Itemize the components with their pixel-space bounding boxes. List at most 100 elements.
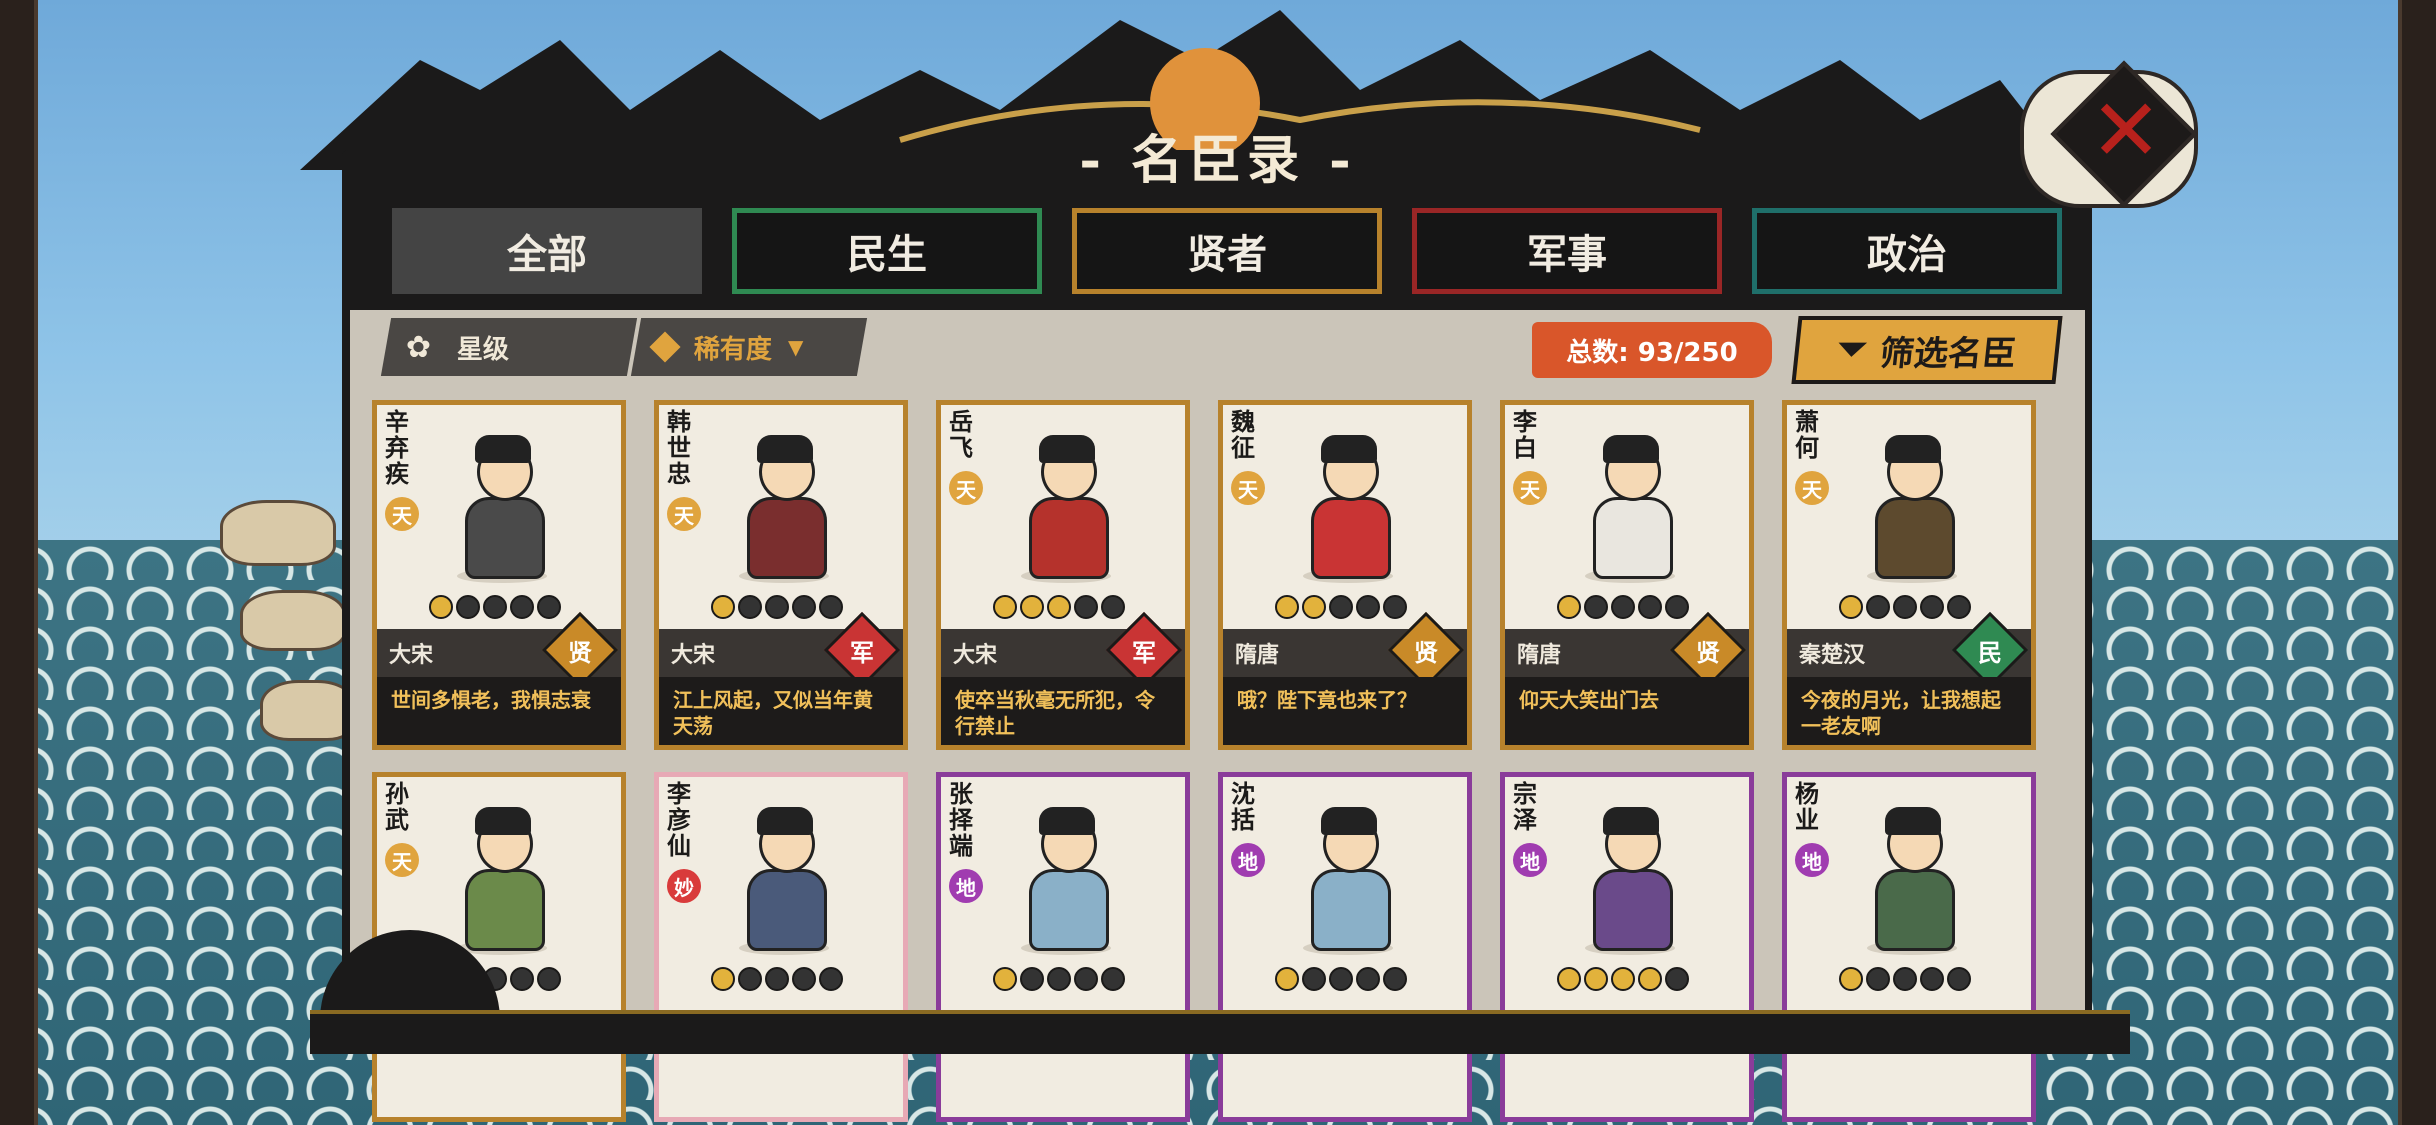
- star-icon: [738, 967, 762, 991]
- star-rating: [1275, 595, 1407, 619]
- minister-card[interactable]: 李彦仙妙: [654, 772, 908, 1122]
- star-icon: [1275, 967, 1299, 991]
- star-icon: [1020, 967, 1044, 991]
- star-icon: [1047, 595, 1071, 619]
- rank-badge: 地: [1513, 843, 1547, 877]
- star-icon: [1947, 595, 1971, 619]
- portrait-body: [1875, 497, 1955, 579]
- minister-portrait: [1011, 807, 1121, 957]
- star-filter-label: 星级: [457, 334, 510, 365]
- diamond-icon: [649, 331, 681, 363]
- chevron-down-icon: ▼: [788, 335, 804, 359]
- star-rating: [1839, 967, 1971, 991]
- minister-portrait: [1293, 807, 1403, 957]
- star-icon: [1020, 595, 1044, 619]
- minister-card[interactable]: 杨业地: [1782, 772, 2036, 1122]
- portrait-hat: [1603, 435, 1659, 463]
- star-icon: [765, 967, 789, 991]
- portrait-hat: [1885, 807, 1941, 835]
- category-label: 贤: [1414, 638, 1438, 667]
- star-rating: [429, 595, 561, 619]
- rank-badge: 天: [667, 497, 701, 531]
- floating-island: [220, 500, 356, 800]
- portrait-body: [1875, 869, 1955, 951]
- star-icon: [711, 967, 735, 991]
- minister-card[interactable]: 李白天隋唐贤仰天大笑出门去: [1500, 400, 1754, 750]
- minister-card[interactable]: 魏征天隋唐贤哦？陛下竟也来了？: [1218, 400, 1472, 750]
- star-icon: [1383, 595, 1407, 619]
- star-rating: [993, 967, 1125, 991]
- minister-quote: 哦？陛下竟也来了？: [1223, 677, 1467, 745]
- filter-ministers-button[interactable]: ⏷ 筛选名臣: [1791, 316, 2063, 384]
- star-filter[interactable]: ✿ 星级: [380, 318, 638, 376]
- portrait-hat: [475, 435, 531, 463]
- minister-name: 辛弃疾: [385, 408, 409, 488]
- minister-portrait: [447, 807, 557, 957]
- rank-badge: 天: [1795, 471, 1829, 505]
- star-icon: [1557, 595, 1581, 619]
- portrait-hat: [1039, 435, 1095, 463]
- minister-card[interactable]: 沈括地: [1218, 772, 1472, 1122]
- minister-portrait: [1575, 435, 1685, 585]
- star-icon: [1074, 967, 1098, 991]
- minister-name: 李白: [1513, 408, 1537, 462]
- category-label: 贤: [1696, 638, 1720, 667]
- minister-name: 张择端: [949, 780, 973, 860]
- filter-ministers-label: 筛选名臣: [1877, 333, 2019, 374]
- star-icon: [1920, 595, 1944, 619]
- minister-portrait: [729, 435, 839, 585]
- star-icon: [1356, 595, 1380, 619]
- star-icon: [1866, 595, 1890, 619]
- rarity-filter[interactable]: 稀有度 ▼: [630, 318, 868, 376]
- star-rating: [711, 595, 843, 619]
- close-button[interactable]: ✕: [2020, 60, 2200, 220]
- rarity-filter-label: 稀有度: [694, 334, 773, 365]
- star-icon: [537, 967, 561, 991]
- star-icon: [765, 595, 789, 619]
- star-icon: [819, 967, 843, 991]
- minister-card[interactable]: 辛弃疾天大宋贤世间多惧老，我惧志衰: [372, 400, 626, 750]
- tab-1[interactable]: 民生: [732, 208, 1042, 294]
- category-label: 民: [1978, 638, 2002, 667]
- minister-name: 韩世忠: [667, 408, 691, 488]
- star-rating: [1557, 595, 1689, 619]
- minister-portrait: [1011, 435, 1121, 585]
- minister-name: 岳飞: [949, 408, 973, 462]
- minister-name: 李彦仙: [667, 780, 691, 860]
- star-icon: [1101, 595, 1125, 619]
- star-rating: [1839, 595, 1971, 619]
- star-icon: [1275, 595, 1299, 619]
- star-icon: [1920, 967, 1944, 991]
- portrait-hat: [1321, 807, 1377, 835]
- minister-name: 萧何: [1795, 408, 1819, 462]
- minister-name: 宗泽: [1513, 780, 1537, 834]
- minister-name: 杨业: [1795, 780, 1819, 834]
- portrait-hat: [475, 807, 531, 835]
- flower-icon: ✿: [406, 329, 432, 365]
- rank-badge: 天: [385, 843, 419, 877]
- tab-0[interactable]: 全部: [392, 208, 702, 294]
- portrait-hat: [1321, 435, 1377, 463]
- minister-card[interactable]: 宗泽地: [1500, 772, 1754, 1122]
- minister-card[interactable]: 张择端地: [936, 772, 1190, 1122]
- star-icon: [1638, 967, 1662, 991]
- tab-2[interactable]: 贤者: [1072, 208, 1382, 294]
- star-icon: [792, 595, 816, 619]
- star-icon: [1302, 967, 1326, 991]
- minister-card[interactable]: 萧何天秦楚汉民今夜的月光，让我想起一老友啊: [1782, 400, 2036, 750]
- portrait-hat: [757, 435, 813, 463]
- close-icon: ✕: [2090, 81, 2163, 181]
- minister-portrait: [447, 435, 557, 585]
- star-icon: [1101, 967, 1125, 991]
- minister-name: 沈括: [1231, 780, 1255, 834]
- star-icon: [1611, 967, 1635, 991]
- minister-card[interactable]: 韩世忠天大宋军江上风起，又似当年黄天荡: [654, 400, 908, 750]
- minister-card[interactable]: 岳飞天大宋军使卒当秋毫无所犯，令行禁止: [936, 400, 1190, 750]
- minister-portrait: [1857, 807, 1967, 957]
- tab-4[interactable]: 政治: [1752, 208, 2062, 294]
- funnel-icon: ⏷: [1835, 329, 1869, 370]
- tab-3[interactable]: 军事: [1412, 208, 1722, 294]
- star-icon: [993, 595, 1017, 619]
- portrait-body: [747, 497, 827, 579]
- category-label: 军: [850, 638, 874, 667]
